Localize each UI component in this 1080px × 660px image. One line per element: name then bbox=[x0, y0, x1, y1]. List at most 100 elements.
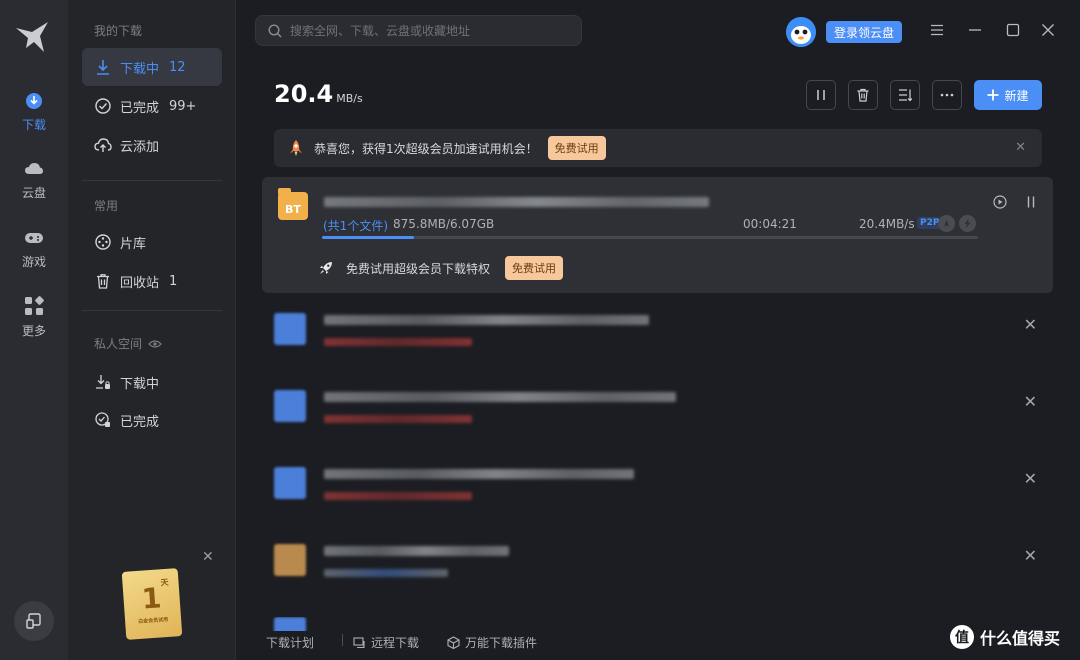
avatar[interactable] bbox=[786, 17, 816, 47]
remove-task-icon[interactable]: ✕ bbox=[1024, 546, 1037, 565]
menu-icon[interactable] bbox=[929, 22, 945, 38]
cloud-upload-icon bbox=[94, 136, 112, 154]
archive-file-icon bbox=[274, 544, 306, 576]
active-download-task[interactable]: BT (共1个文件) 875.8MB/6.07GB 00:04:21 20.4M… bbox=[262, 177, 1053, 293]
play-icon[interactable] bbox=[993, 194, 1007, 213]
task-free-trial-button[interactable]: 免费试用 bbox=[505, 256, 564, 280]
sidebar-item-cloud-add[interactable]: 云添加 bbox=[82, 126, 222, 164]
device-switch-button[interactable] bbox=[14, 601, 54, 641]
maximize-icon[interactable] bbox=[1005, 22, 1021, 38]
new-task-label: 新建 bbox=[1004, 88, 1029, 103]
rail-item-games[interactable]: 游戏 bbox=[0, 229, 68, 270]
bt-file-icon: BT bbox=[278, 188, 308, 220]
task-title-blurred bbox=[324, 392, 676, 402]
task-status-blurred bbox=[324, 415, 472, 423]
device-icon bbox=[26, 613, 41, 629]
download-lock-icon bbox=[94, 373, 112, 391]
task-progress-fill bbox=[322, 236, 414, 239]
pause-all-button[interactable] bbox=[806, 80, 836, 110]
promo-number: 1 bbox=[140, 580, 163, 616]
section-title-common: 常用 bbox=[94, 199, 119, 213]
more-options-button[interactable] bbox=[932, 80, 962, 110]
list-item[interactable]: ✕ bbox=[262, 544, 1053, 604]
lightning-icon[interactable] bbox=[959, 215, 976, 232]
login-button[interactable]: 登录领云盘 bbox=[826, 21, 903, 43]
list-item[interactable]: ✕ bbox=[262, 313, 1053, 373]
download-icon bbox=[26, 93, 42, 109]
task-progress-bar bbox=[322, 236, 978, 239]
watermark-mark: 值 bbox=[950, 625, 974, 649]
sidebar-item-private-completed[interactable]: 已完成 bbox=[82, 401, 222, 439]
video-file-icon bbox=[274, 617, 306, 631]
sidebar-item-downloading[interactable]: 下载中 12 bbox=[82, 48, 222, 86]
remove-task-icon[interactable]: ✕ bbox=[1024, 315, 1037, 334]
rail-item-more[interactable]: 更多 bbox=[0, 296, 68, 339]
search-icon bbox=[268, 23, 282, 37]
ellipsis-icon bbox=[940, 93, 954, 97]
search-bar[interactable] bbox=[255, 15, 582, 46]
rail-label-cloud: 云盘 bbox=[21, 186, 46, 200]
gamepad-icon bbox=[25, 233, 43, 243]
task-title-blurred bbox=[324, 197, 709, 207]
remote-download-link[interactable]: 远程下载 bbox=[353, 634, 433, 651]
task-status-blurred bbox=[324, 338, 472, 346]
task-status-blurred bbox=[324, 492, 472, 500]
delete-button[interactable] bbox=[848, 80, 878, 110]
pause-icon bbox=[817, 90, 825, 100]
footer-bar: 下载计划 远程下载 万能下载插件 bbox=[266, 634, 565, 651]
plugin-cube-icon bbox=[447, 636, 460, 649]
list-item[interactable]: ✕ bbox=[262, 467, 1053, 527]
film-reel-icon bbox=[94, 233, 112, 251]
cloud-icon bbox=[25, 163, 43, 174]
remote-icon bbox=[353, 637, 365, 649]
task-size: 875.8MB/6.07GB bbox=[393, 217, 495, 231]
banner-text: 恭喜您，获得1次超级会员加速试用机会！ bbox=[314, 141, 538, 156]
download-plugin-link[interactable]: 万能下载插件 bbox=[447, 634, 551, 651]
section-title-my-downloads: 我的下载 bbox=[94, 24, 143, 38]
remove-task-icon[interactable]: ✕ bbox=[1024, 392, 1037, 411]
list-item[interactable] bbox=[262, 617, 1053, 631]
list-item[interactable]: ✕ bbox=[262, 390, 1053, 450]
sidebar-item-label: 已完成 bbox=[120, 100, 160, 116]
footer-plugin-label: 万能下载插件 bbox=[465, 636, 538, 650]
new-task-button[interactable]: 新建 bbox=[974, 80, 1042, 110]
sidebar-item-label: 回收站 bbox=[120, 275, 160, 291]
trash-icon bbox=[857, 88, 869, 102]
video-file-icon bbox=[274, 390, 306, 422]
check-lock-icon bbox=[94, 411, 112, 429]
eye-icon[interactable] bbox=[148, 339, 162, 349]
watermark-text: 什么值得买 bbox=[980, 629, 1061, 648]
task-status-blurred bbox=[324, 569, 448, 577]
rail-item-cloud[interactable]: 云盘 bbox=[0, 160, 68, 201]
accelerate-icon[interactable] bbox=[938, 215, 955, 232]
sort-button[interactable] bbox=[890, 80, 920, 110]
trial-promo-card[interactable]: 1 天 白金会员试用 bbox=[121, 568, 183, 640]
sidebar-item-label: 下载中 bbox=[120, 376, 160, 392]
pause-task-icon[interactable] bbox=[1025, 194, 1037, 213]
close-icon[interactable] bbox=[1040, 22, 1056, 38]
sidebar-item-label: 已完成 bbox=[120, 414, 160, 430]
trash-icon bbox=[94, 272, 112, 290]
minimize-icon[interactable] bbox=[967, 22, 983, 38]
rocket-icon bbox=[290, 140, 302, 156]
task-promo-row: 免费试用超级会员下载特权 免费试用 bbox=[318, 256, 564, 280]
private-title-text: 私人空间 bbox=[94, 337, 143, 351]
sidebar-item-recycle[interactable]: 回收站 1 bbox=[82, 262, 222, 300]
section-title-private: 私人空间 bbox=[94, 335, 162, 352]
sidebar-item-library[interactable]: 片库 bbox=[82, 223, 222, 261]
task-file-count[interactable]: (共1个文件) bbox=[323, 217, 388, 234]
promo-close-icon[interactable]: ✕ bbox=[202, 549, 214, 565]
avatar-bird-icon bbox=[786, 17, 816, 47]
divider bbox=[82, 180, 222, 181]
banner-close-icon[interactable]: ✕ bbox=[1015, 140, 1026, 155]
watermark-logo: 值 什么值得买 bbox=[950, 625, 1060, 649]
banner-free-trial-button[interactable]: 免费试用 bbox=[547, 136, 606, 160]
search-input[interactable] bbox=[290, 23, 570, 38]
sidebar-item-private-downloading[interactable]: 下载中 bbox=[82, 363, 222, 401]
task-title-blurred bbox=[324, 315, 649, 325]
rail-item-download[interactable]: 下载 bbox=[0, 92, 68, 133]
task-title-blurred bbox=[324, 469, 634, 479]
sidebar-item-completed[interactable]: 已完成 99+ bbox=[82, 87, 222, 125]
remove-task-icon[interactable]: ✕ bbox=[1024, 469, 1037, 488]
download-plan-link[interactable]: 下载计划 bbox=[266, 634, 328, 651]
